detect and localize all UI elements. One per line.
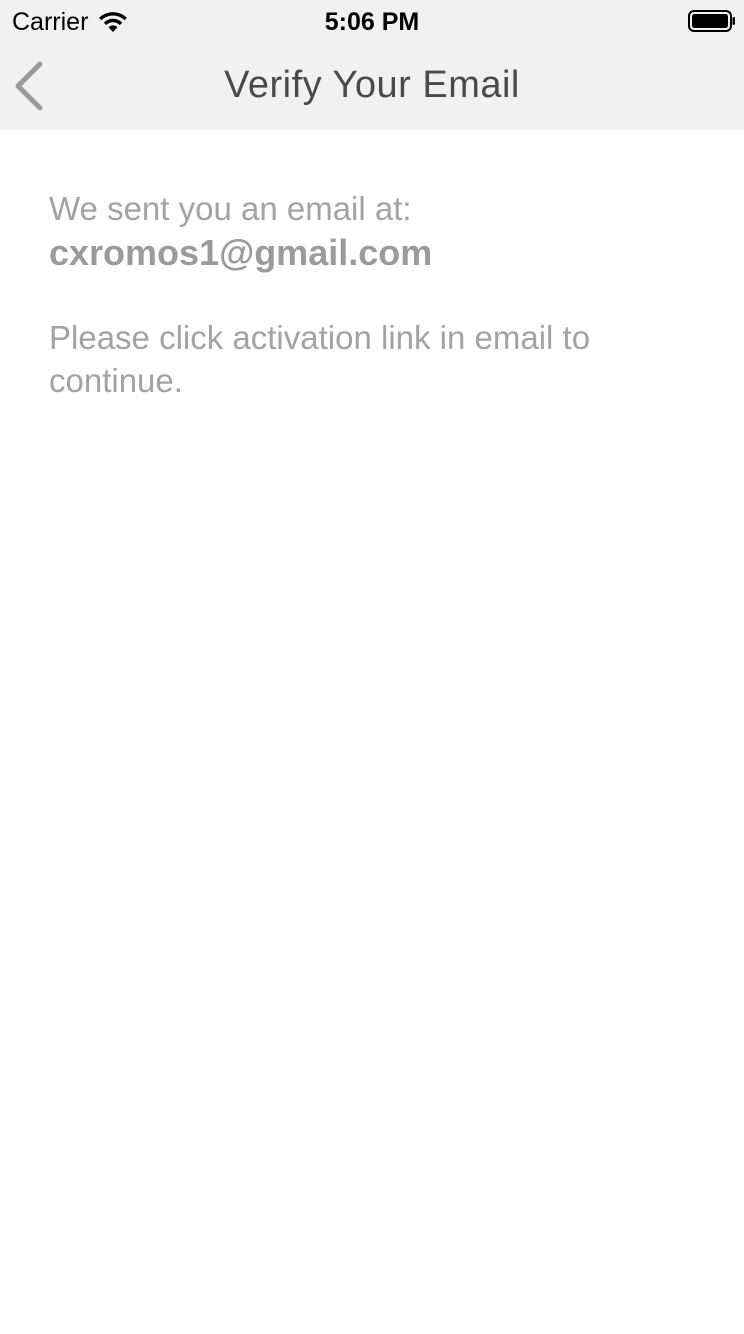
email-address: cxromos1@gmail.com [49,232,433,273]
status-time: 5:06 PM [324,8,420,36]
verify-email-screen: Carrier 5:06 PM Verify Your Email We sen… [0,0,744,1334]
status-bar: Carrier 5:06 PM [0,0,744,44]
page-title: Verify Your Email [224,64,520,106]
sent-label: We sent you an email at: [49,190,412,227]
battery-full-icon [688,10,736,32]
instruction-text: Please click activation link in email to… [49,319,591,399]
navigation-bar: Verify Your Email [0,44,744,130]
main-content: We sent you an email at: cxromos1@gmail.… [49,188,689,402]
